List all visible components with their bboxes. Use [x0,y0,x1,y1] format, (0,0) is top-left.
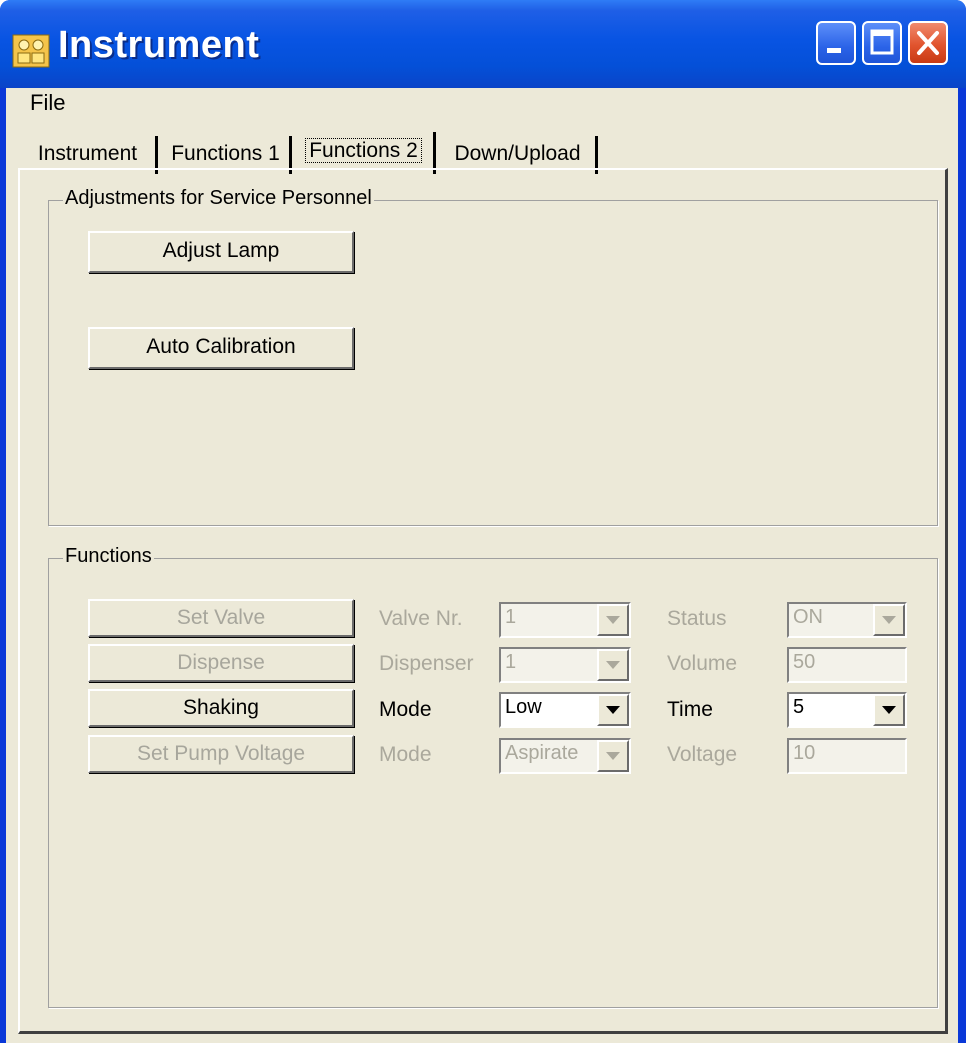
valve-nr-value: 1 [505,606,517,628]
chevron-down-icon [606,752,620,760]
auto-calibration-button[interactable]: Auto Calibration [88,327,354,369]
pump-mode-value: Aspirate [505,742,579,764]
tab-functions-2-label: Functions 2 [305,138,422,163]
window-title: Instrument [58,24,260,66]
time-label: Time [667,698,713,721]
close-icon [917,31,939,55]
shaking-button[interactable]: Shaking [88,689,354,727]
volume-field[interactable]: 50 [787,647,907,683]
set-pump-voltage-button[interactable]: Set Pump Voltage [88,735,354,773]
time-value: 5 [793,696,805,718]
menu-bar: File [6,88,958,124]
maximize-icon [870,29,894,55]
instrument-window: Instrument File Instrument Functions 1 F… [0,0,966,1043]
time-dropdown-button[interactable] [873,694,905,726]
pump-mode-dropdown-button[interactable] [597,740,629,772]
functions-group-title: Functions [63,545,154,568]
set-valve-button[interactable]: Set Valve [88,599,354,637]
voltage-field[interactable]: 10 [787,738,907,774]
chevron-down-icon [606,706,620,714]
dispenser-label: Dispenser [379,652,474,675]
maximize-button[interactable] [862,21,902,65]
minimize-button[interactable] [816,21,856,65]
dispenser-dropdown-button[interactable] [597,649,629,681]
voltage-label: Voltage [667,743,738,766]
dispenser-select[interactable]: 1 [499,647,631,683]
chevron-down-icon [606,616,620,624]
dispenser-value: 1 [505,651,517,673]
tab-down-upload-label: Down/Upload [454,142,581,165]
status-label: Status [667,607,727,630]
chevron-down-icon [882,706,896,714]
shaking-mode-label: Mode [379,698,432,721]
service-groupbox: Adjustments for Service Personnel Adjust… [48,187,938,526]
app-icon [12,34,50,68]
valve-nr-select[interactable]: 1 [499,602,631,638]
valve-nr-label: Valve Nr. [379,607,463,630]
dispense-button[interactable]: Dispense [88,644,354,682]
voltage-value: 10 [793,742,816,764]
shaking-mode-dropdown-button[interactable] [597,694,629,726]
status-dropdown-button[interactable] [873,604,905,636]
client-area: File Instrument Functions 1 Functions 2 … [6,88,958,1043]
title-bar[interactable]: Instrument [0,0,966,88]
status-select[interactable]: ON [787,602,907,638]
pump-mode-label: Mode [379,743,432,766]
volume-label: Volume [667,652,738,675]
shaking-mode-value: Low [505,696,542,718]
time-select[interactable]: 5 [787,692,907,728]
chevron-down-icon [606,661,620,669]
close-button[interactable] [908,21,948,65]
menu-file[interactable]: File [28,90,67,116]
shaking-mode-select[interactable]: Low [499,692,631,728]
tab-instrument-label: Instrument [37,142,138,165]
tab-panel: Adjustments for Service Personnel Adjust… [18,168,948,1034]
window-bottom-edge [0,1043,966,1049]
minimize-icon [827,48,841,53]
volume-value: 50 [793,651,816,673]
tab-functions-1-label: Functions 1 [171,142,280,165]
service-group-title: Adjustments for Service Personnel [63,187,374,210]
chevron-down-icon [882,616,896,624]
status-value: ON [793,606,823,628]
valve-nr-dropdown-button[interactable] [597,604,629,636]
functions-groupbox: Functions Set Valve Valve Nr. 1 Status O… [48,545,938,1008]
adjust-lamp-button[interactable]: Adjust Lamp [88,231,354,273]
pump-mode-select[interactable]: Aspirate [499,738,631,774]
